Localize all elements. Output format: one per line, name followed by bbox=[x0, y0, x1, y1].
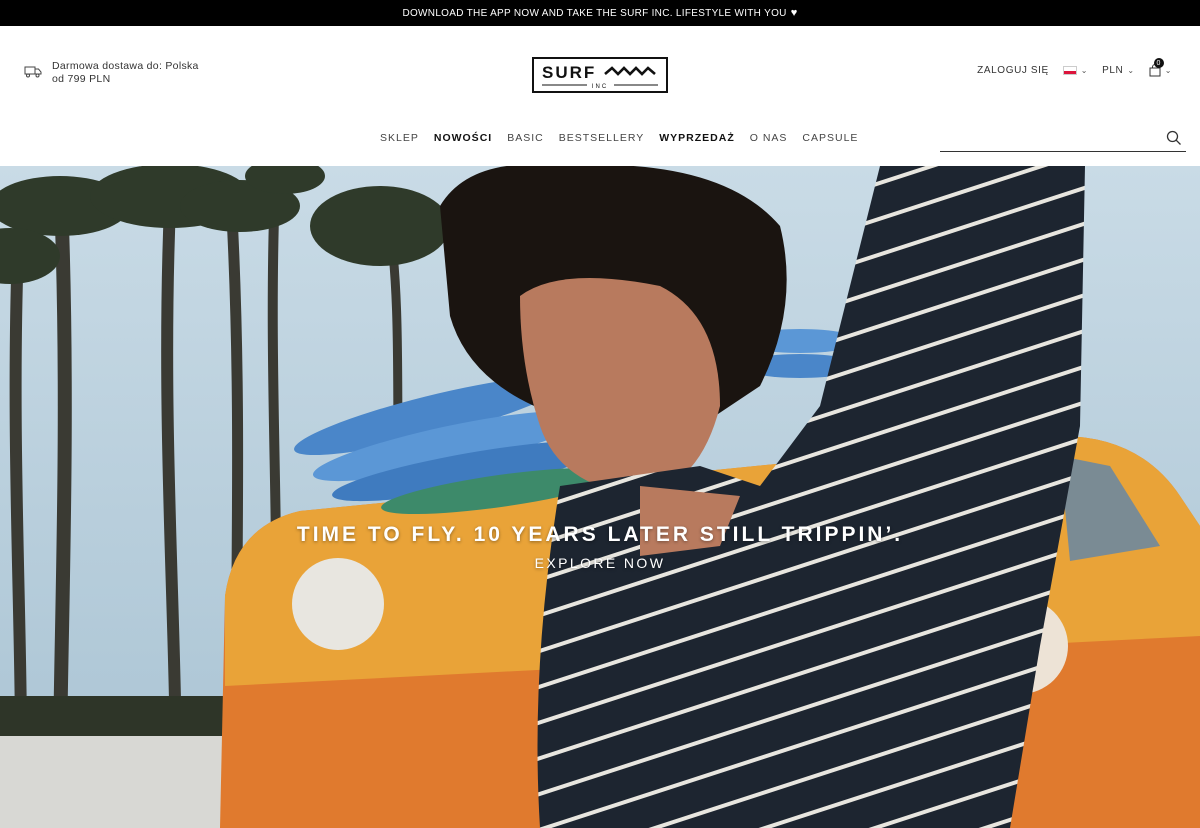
heart-icon: ♥ bbox=[790, 7, 798, 19]
top-banner[interactable]: DOWNLOAD THE APP NOW AND TAKE THE SURF I… bbox=[0, 0, 1200, 26]
site-header: Darmowa dostawa do: Polska od 799 PLN SU… bbox=[0, 26, 1200, 166]
banner-text: DOWNLOAD THE APP NOW AND TAKE THE SURF I… bbox=[402, 7, 787, 19]
nav-item-bestsellery[interactable]: BESTSELLERY bbox=[559, 132, 645, 144]
search-bar bbox=[940, 124, 1186, 152]
hero-banner[interactable]: TIME TO FLY. 10 YEARS LATER STILL TRIPPI… bbox=[0, 166, 1200, 828]
logo-word: SURF bbox=[542, 63, 596, 82]
nav-item-sklep[interactable]: SKLEP bbox=[380, 132, 419, 144]
nav-item-o-nas[interactable]: O NAS bbox=[750, 132, 788, 144]
main-nav: SKLEP NOWOŚCI BASIC BESTSELLERY WYPRZEDA… bbox=[380, 132, 858, 144]
cart-count-badge: 0 bbox=[1153, 58, 1164, 68]
nav-item-wyprzedaz[interactable]: WYPRZEDAŻ bbox=[659, 132, 735, 144]
chevron-down-icon: ⌄ bbox=[1080, 66, 1089, 75]
poland-flag-icon bbox=[1062, 66, 1077, 75]
chevron-down-icon: ⌄ bbox=[1127, 66, 1135, 75]
nav-item-capsule[interactable]: CAPSULE bbox=[802, 132, 858, 144]
truck-icon bbox=[24, 66, 42, 78]
explore-now-label[interactable]: EXPLORE NOW bbox=[535, 555, 666, 571]
nav-item-basic[interactable]: BASIC bbox=[507, 132, 544, 144]
nav-item-nowosci[interactable]: NOWOŚCI bbox=[434, 132, 492, 144]
logo-sub: INC bbox=[592, 84, 608, 90]
header-tools: ZALOGUJ SIĘ ⌄ PLN ⌄ 0 ⌄ bbox=[977, 58, 1172, 77]
language-selector[interactable]: ⌄ bbox=[1062, 66, 1089, 75]
explore-now-link: EXPLORE NOW bbox=[0, 555, 1200, 571]
login-link[interactable]: ZALOGUJ SIĘ bbox=[977, 65, 1049, 76]
cart-button[interactable]: 0 ⌄ bbox=[1149, 58, 1172, 77]
search-icon[interactable] bbox=[1166, 130, 1182, 146]
hero-title: TIME TO FLY. 10 YEARS LATER STILL TRIPPI… bbox=[296, 523, 904, 546]
surf-inc-logo[interactable]: SURF INC bbox=[532, 57, 668, 93]
currency-selector[interactable]: PLN ⌄ bbox=[1102, 65, 1135, 76]
chevron-down-icon: ⌄ bbox=[1164, 66, 1172, 75]
currency-label: PLN bbox=[1102, 65, 1124, 76]
free-shipping-info: Darmowa dostawa do: Polska od 799 PLN bbox=[24, 60, 199, 86]
hero-image bbox=[0, 166, 1200, 828]
search-input[interactable] bbox=[940, 124, 1150, 150]
shipping-line-2: od 799 PLN bbox=[52, 73, 111, 85]
shipping-line-1: Darmowa dostawa do: Polska bbox=[52, 60, 199, 72]
